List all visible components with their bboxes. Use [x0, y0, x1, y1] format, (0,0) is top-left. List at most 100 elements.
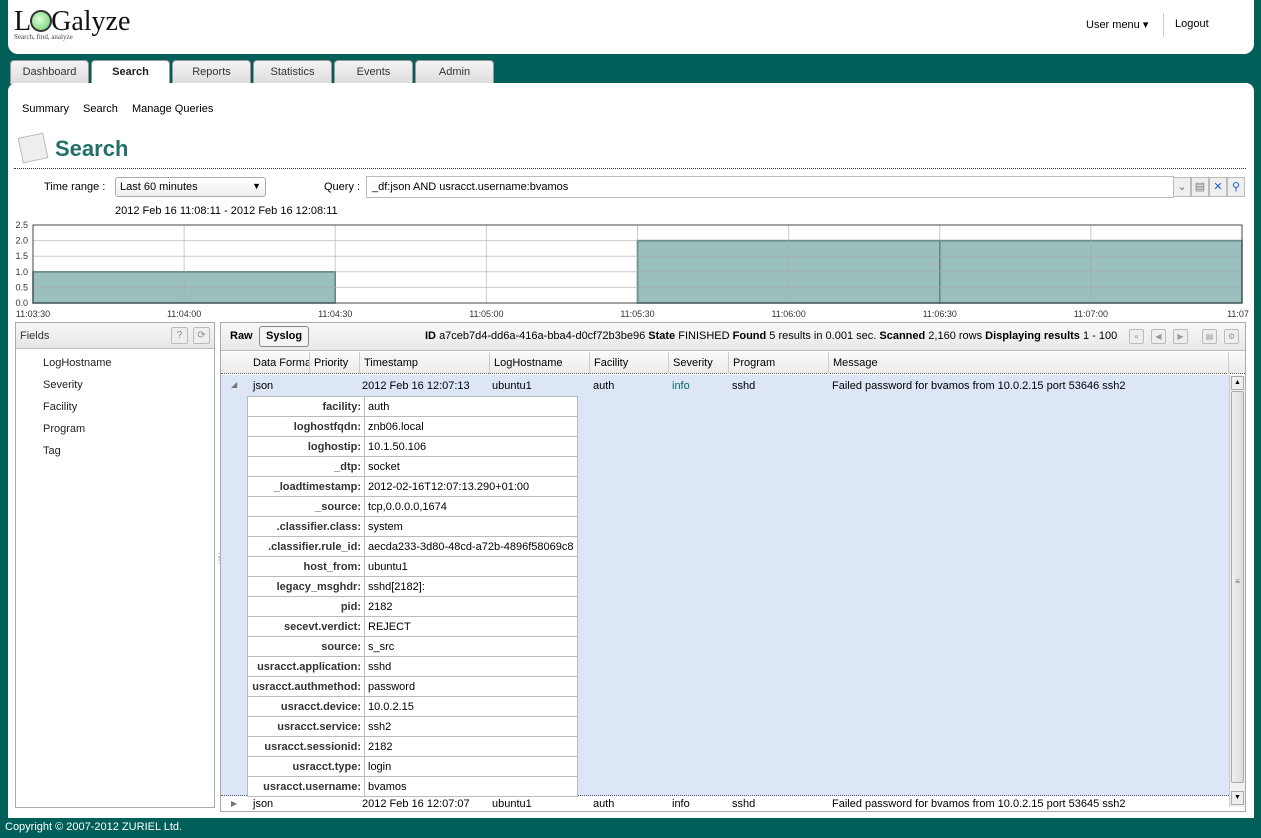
detail-key: _source: — [247, 496, 365, 517]
scroll-down-icon[interactable]: ▼ — [1231, 791, 1244, 805]
tab-events[interactable]: Events — [334, 60, 413, 84]
subnav-search[interactable]: Search — [83, 103, 118, 115]
detail-key: usracct.application: — [247, 656, 365, 677]
detail-value: auth — [364, 396, 578, 417]
x-tick-label: 11:06:00 — [771, 309, 805, 319]
y-tick-label: 2.0 — [15, 236, 28, 246]
detail-value: aecda233-3d80-48cd-a72b-4896f58069c8 — [364, 536, 578, 557]
detail-row: facility: auth — [247, 396, 578, 417]
detail-key: loghostip: — [247, 436, 365, 457]
expand-triangle-icon[interactable]: ▶ — [231, 799, 237, 808]
cell-timestamp: 2012 Feb 16 12:07:13 — [362, 380, 470, 392]
column-header-timestamp[interactable]: Timestamp — [360, 352, 490, 374]
save-query-icon[interactable]: ▤ — [1191, 177, 1209, 197]
cell-format: json — [253, 380, 274, 392]
column-header-loghostname[interactable]: LogHostname — [490, 352, 590, 374]
scroll-up-icon[interactable]: ▲ — [1231, 376, 1244, 390]
x-tick-label: 11:03:30 — [16, 309, 50, 319]
detail-value: sshd[2182]: — [364, 576, 578, 597]
detail-key: legacy_msghdr: — [247, 576, 365, 597]
detail-key: usracct.sessionid: — [247, 736, 365, 757]
field-item-tag[interactable]: Tag — [43, 445, 61, 457]
field-item-loghostname[interactable]: LogHostname — [43, 357, 112, 369]
detail-key: facility: — [247, 396, 365, 417]
detail-row: secevt.verdict: REJECT — [247, 616, 578, 637]
subnav-manage-queries[interactable]: Manage Queries — [132, 103, 213, 115]
tab-admin[interactable]: Admin — [415, 60, 494, 84]
user-menu[interactable]: User menu ▾ — [1086, 18, 1148, 31]
detail-value: password — [364, 676, 578, 697]
clear-query-icon[interactable]: ✕ — [1209, 177, 1227, 197]
search-page-icon — [17, 132, 49, 164]
column-headers: Data Format Priority Timestamp LogHostname F… — [221, 352, 1245, 374]
refresh-icon[interactable]: ⟳ — [193, 327, 210, 344]
detail-value: 2182 — [364, 736, 578, 757]
time-range-select[interactable]: Last 60 minutes ▼ — [115, 177, 266, 197]
tab-dashboard[interactable]: Dashboard — [10, 60, 89, 84]
prev-page-icon[interactable]: ◀ — [1151, 329, 1166, 344]
time-range-label: Time range : — [44, 181, 106, 193]
detail-value: 10.0.2.15 — [364, 696, 578, 717]
detail-row: host_from: ubuntu1 — [247, 556, 578, 577]
column-header-facility[interactable]: Facility — [590, 352, 669, 374]
field-item-severity[interactable]: Severity — [43, 379, 83, 391]
column-header-data-format[interactable]: Data Format — [249, 352, 310, 374]
collapse-triangle-icon[interactable]: ◢ — [231, 380, 237, 389]
table-row[interactable]: ▶ json 2012 Feb 16 12:07:07 ubuntu1 auth… — [221, 797, 1229, 811]
query-input[interactable]: _df:json AND usracct.username:bvamos — [366, 176, 1174, 198]
detail-key: usracct.type: — [247, 756, 365, 777]
detail-row: loghostfqdn: znb06.local — [247, 416, 578, 437]
next-page-icon[interactable]: ▶ — [1173, 329, 1188, 344]
logout-link[interactable]: Logout — [1175, 18, 1209, 30]
column-header-program[interactable]: Program — [729, 352, 829, 374]
help-icon[interactable]: ? — [171, 327, 188, 344]
detail-key: .classifier.class: — [247, 516, 365, 537]
search-status: ID a7ceb7d4-dd6a-416a-bba4-d0cf72b3be96 … — [425, 330, 1118, 342]
detail-row: usracct.device: 10.0.2.15 — [247, 696, 578, 717]
y-tick-label: 2.5 — [15, 220, 28, 230]
scrollbar-thumb[interactable]: ≡ — [1231, 391, 1244, 783]
subnav-summary[interactable]: Summary — [22, 103, 69, 115]
tab-reports[interactable]: Reports — [172, 60, 251, 84]
first-page-icon[interactable]: « — [1129, 329, 1144, 344]
column-header-severity[interactable]: Severity — [669, 352, 729, 374]
column-header-priority[interactable]: Priority — [310, 352, 360, 374]
x-tick-label: 11:07 — [1227, 309, 1249, 319]
search-icon[interactable]: ⚲ — [1227, 177, 1245, 197]
detail-value: login — [364, 756, 578, 777]
tab-statistics[interactable]: Statistics — [253, 60, 332, 84]
detail-key: secevt.verdict: — [247, 616, 365, 637]
x-tick-label: 11:04:30 — [318, 309, 352, 319]
detail-row: .classifier.class: system — [247, 516, 578, 537]
table-row-expanded[interactable]: ◢ json 2012 Feb 16 12:07:13 ubuntu1 auth… — [221, 375, 1229, 797]
export-icon[interactable]: ▤ — [1202, 329, 1217, 344]
cell-severity: info — [672, 798, 690, 810]
y-tick-label: 1.5 — [15, 251, 28, 261]
detail-key: usracct.username: — [247, 776, 365, 797]
detail-key: pid: — [247, 596, 365, 617]
detail-key: _loadtimestamp: — [247, 476, 365, 497]
column-header-message[interactable]: Message — [829, 352, 1229, 374]
detail-value: system — [364, 516, 578, 537]
query-history-dropdown-icon[interactable]: ⌄ — [1173, 177, 1191, 197]
detail-key: usracct.device: — [247, 696, 365, 717]
x-tick-label: 11:05:00 — [469, 309, 503, 319]
fields-title: Fields — [20, 330, 50, 342]
detail-row: _source: tcp,0.0.0.0,1674 — [247, 496, 578, 517]
divider — [14, 168, 1246, 169]
detail-key: usracct.authmethod: — [247, 676, 365, 697]
vertical-scrollbar[interactable]: ▲ ≡ ▼ — [1229, 375, 1245, 807]
cell-program: sshd — [732, 798, 756, 810]
page-title: Search — [55, 136, 129, 161]
syslog-view-button[interactable]: Syslog — [259, 326, 310, 347]
raw-view-button[interactable]: Raw — [230, 330, 253, 342]
tab-search[interactable]: Search — [91, 60, 170, 84]
settings-icon[interactable]: ⚙ — [1224, 329, 1239, 344]
fields-panel: Fields ? ⟳ LogHostname Severity Facility… — [15, 322, 215, 808]
dropdown-arrow-icon: ▼ — [252, 181, 261, 191]
detail-value: tcp,0.0.0.0,1674 — [364, 496, 578, 517]
field-item-program[interactable]: Program — [43, 423, 85, 435]
field-item-facility[interactable]: Facility — [43, 401, 77, 413]
cell-timestamp: 2012 Feb 16 12:07:07 — [362, 798, 470, 810]
cell-message: Failed password for bvamos from 10.0.2.1… — [832, 798, 1126, 810]
